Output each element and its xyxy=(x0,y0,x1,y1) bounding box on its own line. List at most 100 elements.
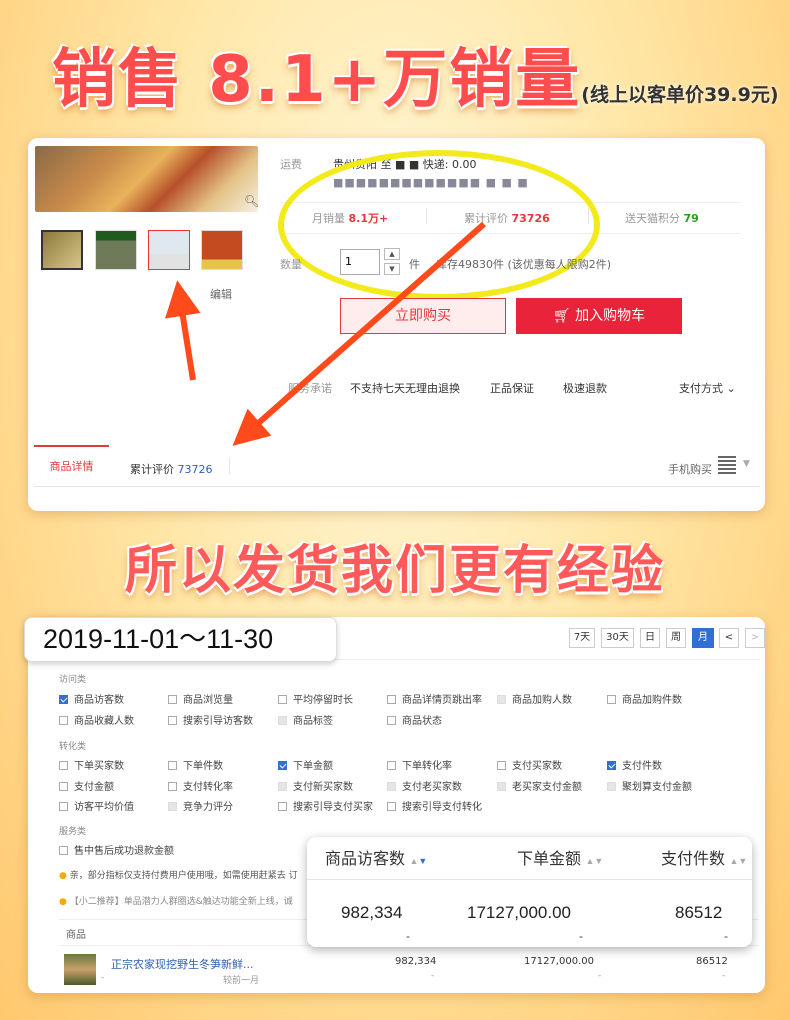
metric-checkbox[interactable]: 搜索引导支付转化 xyxy=(387,798,482,813)
arrow-up xyxy=(165,280,201,381)
metric-checkbox[interactable]: 支付件数 xyxy=(607,757,662,772)
checkbox-icon[interactable] xyxy=(387,715,396,725)
sort-icon[interactable]: ▲▼ xyxy=(729,856,747,866)
checkbox-icon[interactable] xyxy=(59,715,68,725)
metric-checkbox[interactable]: 支付新买家数 xyxy=(278,778,353,793)
notice-recommend: ● 【小二推荐】单品潜力人群圈选&触达功能全新上线，诚 xyxy=(59,894,293,907)
metric-label: 支付买家数 xyxy=(512,761,562,772)
checkbox-icon[interactable] xyxy=(168,781,177,791)
info-icon: ● xyxy=(59,871,67,881)
checkbox-icon[interactable] xyxy=(278,802,287,811)
checkbox-icon[interactable] xyxy=(497,781,506,791)
metric-checkbox[interactable]: 搜索引导支付买家 xyxy=(278,798,373,813)
checkbox-icon[interactable] xyxy=(278,715,287,725)
overlay-dash-order-amount: - xyxy=(579,929,583,943)
period-30d[interactable]: 30天 xyxy=(601,628,634,648)
checkbox-icon[interactable] xyxy=(497,695,506,704)
metric-label: 商品详情页跳出率 xyxy=(402,695,482,706)
overlay-header-paid-items-label: 支付件数 xyxy=(661,851,726,868)
metric-checkbox[interactable]: 访客平均价值 xyxy=(59,798,134,813)
overlay-dash-visitors: - xyxy=(406,929,410,943)
metric-checkbox[interactable]: 商品浏览量 xyxy=(168,691,233,706)
metric-checkbox[interactable]: 商品标签 xyxy=(278,712,333,727)
metric-label: 下单件数 xyxy=(183,761,223,772)
metric-label: 支付件数 xyxy=(622,761,662,772)
overlay-header-paid-items[interactable]: 支付件数 ▲▼ xyxy=(661,845,747,869)
checkbox-icon[interactable] xyxy=(278,695,287,704)
metric-checkbox[interactable]: 竞争力评分 xyxy=(168,798,233,813)
metric-checkbox[interactable]: 下单金额 xyxy=(278,757,333,772)
checkbox-icon[interactable] xyxy=(387,695,396,704)
metric-checkbox[interactable]: 商品状态 xyxy=(387,712,442,727)
checkbox-icon[interactable] xyxy=(59,761,68,770)
metric-checkbox[interactable]: 售中售后成功退款金额 xyxy=(59,842,174,857)
metric-checkbox[interactable]: 商品访客数 xyxy=(59,691,124,706)
checkbox-icon[interactable] xyxy=(168,715,177,725)
checkbox-icon[interactable] xyxy=(607,695,616,704)
metric-label: 访客平均价值 xyxy=(74,802,134,813)
metric-label: 商品加购件数 xyxy=(622,695,682,706)
checkbox-icon[interactable] xyxy=(59,781,68,791)
metric-label: 支付老买家数 xyxy=(402,781,462,793)
product-thumbnail[interactable] xyxy=(64,954,96,985)
row-paid-items-dash: - xyxy=(722,971,726,981)
checkbox-icon[interactable] xyxy=(168,802,177,811)
overlay-header-order-amount[interactable]: 下单金额 ▲▼ xyxy=(517,845,603,869)
sort-desc-icon[interactable]: ▲▼ xyxy=(409,856,427,866)
checkbox-icon[interactable] xyxy=(278,781,287,791)
metric-checkbox[interactable]: 下单买家数 xyxy=(59,757,124,772)
checkbox-icon[interactable] xyxy=(387,781,396,791)
checkbox-icon[interactable] xyxy=(607,781,616,791)
overlay-divider xyxy=(307,879,752,880)
period-7d[interactable]: 7天 xyxy=(569,628,595,648)
period-week[interactable]: 周 xyxy=(666,628,686,648)
metric-checkbox[interactable]: 商品收藏人数 xyxy=(59,712,134,727)
checkbox-icon[interactable] xyxy=(387,802,396,811)
metric-label: 支付转化率 xyxy=(183,781,233,793)
metric-checkbox[interactable]: 下单转化率 xyxy=(387,757,452,772)
sort-icon[interactable]: ▲▼ xyxy=(585,856,603,866)
product-name-link[interactable]: 正宗农家现挖野生冬笋新鲜... xyxy=(111,956,254,972)
metric-label: 商品浏览量 xyxy=(183,695,233,706)
checkbox-icon[interactable] xyxy=(607,761,616,770)
arrow-diagonal xyxy=(232,221,486,446)
overlay-dash-paid-items: - xyxy=(724,929,728,943)
checkbox-icon[interactable] xyxy=(168,695,177,704)
checkbox-icon[interactable] xyxy=(497,761,506,770)
checkbox-icon[interactable] xyxy=(278,761,287,770)
metric-checkbox[interactable]: 商品详情页跳出率 xyxy=(387,691,482,706)
checkbox-icon[interactable] xyxy=(59,802,68,811)
metric-label: 商品访客数 xyxy=(74,695,124,706)
checkbox-icon[interactable] xyxy=(59,846,68,855)
period-day[interactable]: 日 xyxy=(640,628,660,648)
headline-experience: 所以发货我们更有经验 xyxy=(124,541,665,601)
metric-checkbox[interactable]: 支付转化率 xyxy=(168,778,233,793)
checkbox-icon[interactable] xyxy=(168,761,177,770)
checkbox-icon[interactable] xyxy=(59,695,68,704)
section-traffic-title: 访问类 xyxy=(59,675,87,685)
section-service-title: 服务类 xyxy=(59,827,87,837)
metric-label: 支付金额 xyxy=(74,781,114,793)
metric-checkbox[interactable]: 商品加购件数 xyxy=(607,691,682,706)
metric-checkbox[interactable]: 商品加购人数 xyxy=(497,691,572,706)
overlay-header-visitors[interactable]: 商品访客数 ▲▼ xyxy=(325,845,427,869)
prev-period-button[interactable]: < xyxy=(719,628,739,648)
metric-label: 售中售后成功退款金额 xyxy=(74,846,174,857)
metric-checkbox[interactable]: 支付买家数 xyxy=(497,757,562,772)
metric-checkbox[interactable]: 老买家支付金额 xyxy=(497,778,582,793)
row-order-amount-dash: - xyxy=(598,971,602,981)
product-dash: - xyxy=(101,973,105,983)
next-period-button[interactable]: > xyxy=(745,628,765,648)
period-month[interactable]: 月 xyxy=(692,628,714,648)
row-order-amount: 17127,000.00 xyxy=(524,956,594,967)
metric-checkbox[interactable]: 搜索引导访客数 xyxy=(168,712,253,727)
metric-label: 聚划算支付金额 xyxy=(622,781,692,793)
metric-label: 竞争力评分 xyxy=(183,802,233,813)
checkbox-icon[interactable] xyxy=(387,761,396,770)
metric-checkbox[interactable]: 平均停留时长 xyxy=(278,691,353,706)
metric-checkbox[interactable]: 下单件数 xyxy=(168,757,223,772)
metric-checkbox[interactable]: 支付金额 xyxy=(59,778,114,793)
metric-label: 下单转化率 xyxy=(402,761,452,772)
metric-checkbox[interactable]: 聚划算支付金额 xyxy=(607,778,692,793)
metric-checkbox[interactable]: 支付老买家数 xyxy=(387,778,462,793)
